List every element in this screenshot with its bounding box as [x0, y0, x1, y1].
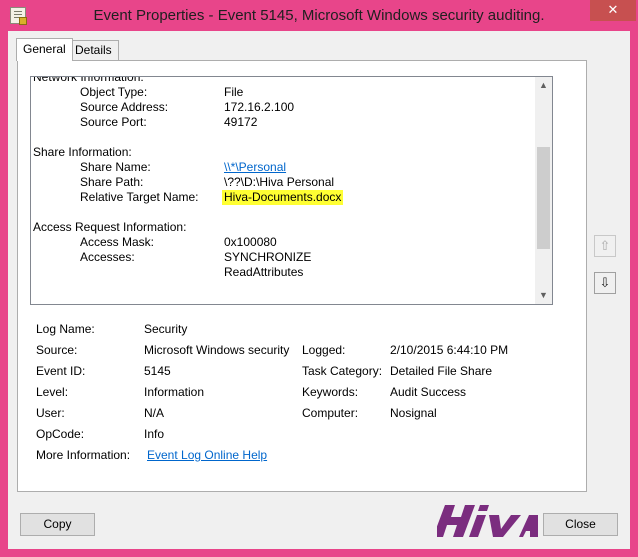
accesses-value-readattributes: ReadAttributes: [224, 265, 304, 279]
share-path-label: Share Path:: [80, 175, 144, 189]
log-name-label: Log Name:: [36, 322, 95, 336]
level-value: Information: [144, 385, 205, 399]
tab-general[interactable]: General: [16, 38, 73, 61]
scrollbar-thumb[interactable]: [537, 147, 550, 249]
logged-value: 2/10/2015 6:44:10 PM: [390, 343, 509, 357]
level-label: Level:: [36, 385, 69, 399]
source-address-label: Source Address:: [80, 100, 169, 114]
title-bar: Event Properties - Event 5145, Microsoft…: [0, 0, 638, 31]
share-name-label: Share Name:: [80, 160, 151, 174]
source-value: Microsoft Windows security: [144, 343, 290, 357]
next-event-button[interactable]: ⇩: [594, 272, 616, 294]
relative-target-name-label: Relative Target Name:: [80, 190, 199, 204]
event-id-value: 5145: [144, 364, 171, 378]
accesses-value-synchronize: SYNCHRONIZE: [224, 250, 312, 264]
close-icon: ✕: [607, 2, 619, 17]
source-address-value: 172.16.2.100: [224, 100, 295, 114]
share-information-heading: Share Information:: [33, 145, 132, 159]
event-properties-dialog: General Details Network Information: Obj…: [8, 31, 630, 549]
scroll-down-arrow-icon[interactable]: ▼: [535, 287, 552, 304]
source-port-value: 49172: [224, 115, 258, 129]
task-category-label: Task Category:: [302, 364, 383, 378]
accesses-label: Accesses:: [80, 250, 135, 264]
arrow-down-icon: ⇩: [599, 275, 611, 290]
access-mask-value: 0x100080: [224, 235, 277, 249]
scroll-up-arrow-icon[interactable]: ▲: [535, 77, 552, 94]
window-close-button[interactable]: ✕: [590, 0, 636, 21]
description-scrollbar[interactable]: ▲ ▼: [535, 77, 552, 304]
source-label: Source:: [36, 343, 78, 357]
keywords-value: Audit Success: [390, 385, 467, 399]
event-id-label: Event ID:: [36, 364, 86, 378]
event-log-online-help-link[interactable]: Event Log Online Help: [147, 448, 267, 463]
window-title: Event Properties - Event 5145, Microsoft…: [93, 7, 545, 24]
copy-button[interactable]: Copy: [20, 513, 95, 536]
object-type-value: File: [224, 85, 244, 99]
computer-label: Computer:: [302, 406, 359, 420]
previous-event-button[interactable]: ⇧: [594, 235, 616, 257]
share-name-link[interactable]: \\*\Personal: [224, 160, 286, 175]
keywords-label: Keywords:: [302, 385, 359, 399]
event-description-box[interactable]: Network Information: Object Type: File S…: [30, 76, 553, 305]
computer-value: Nosignal: [390, 406, 437, 420]
task-category-value: Detailed File Share: [390, 364, 493, 378]
opcode-label: OpCode:: [36, 427, 85, 441]
general-tab-panel: Network Information: Object Type: File S…: [17, 60, 587, 492]
log-name-value: Security: [144, 322, 188, 336]
close-button[interactable]: Close: [543, 513, 618, 536]
source-port-label: Source Port:: [80, 115, 147, 129]
more-information-label: More Information:: [36, 448, 131, 462]
object-type-label: Object Type:: [80, 85, 148, 99]
tab-details[interactable]: Details: [68, 40, 119, 60]
arrow-up-icon: ⇧: [599, 238, 611, 253]
share-path-value: \??\D:\Hiva Personal: [224, 175, 335, 189]
relative-target-name-value: Hiva-Documents.docx: [222, 190, 344, 205]
access-request-heading: Access Request Information:: [33, 220, 187, 234]
user-value: N/A: [144, 406, 165, 420]
access-mask-label: Access Mask:: [80, 235, 155, 249]
user-label: User:: [36, 406, 65, 420]
hiva-logo: [437, 505, 538, 537]
network-information-heading: Network Information:: [33, 76, 144, 84]
logged-label: Logged:: [302, 343, 346, 357]
opcode-value: Info: [144, 427, 165, 441]
